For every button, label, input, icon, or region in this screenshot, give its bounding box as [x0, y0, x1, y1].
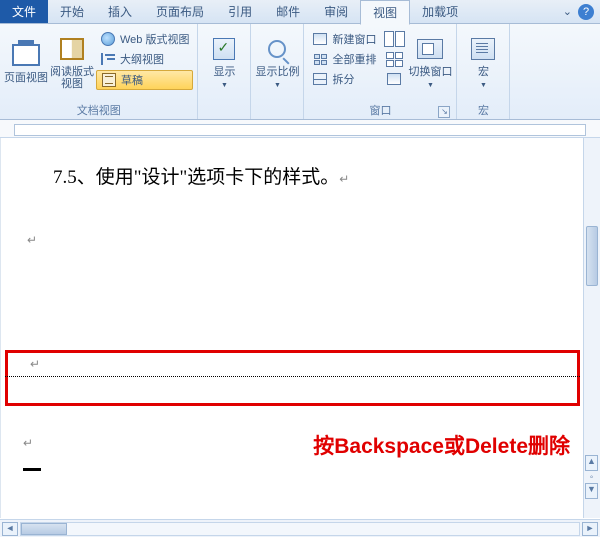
browse-object-controls: ▲ ◦ ▼ [583, 454, 600, 500]
arrange-all-button[interactable]: 全部重排 [308, 50, 380, 68]
chevron-down-icon: ▼ [274, 82, 281, 89]
dialog-launcher-icon[interactable]: ↘ [438, 106, 450, 118]
show-icon [213, 38, 235, 60]
tab-view[interactable]: 视图 [360, 0, 410, 25]
web-layout-button[interactable]: Web 版式视图 [96, 30, 193, 48]
document-area[interactable]: 7.5、使用"设计"选项卡下的样式。↵ ↵ ↵ ↵ 按Backspace或Del… [0, 138, 600, 518]
group-label: 宏 [461, 100, 505, 119]
macros-button[interactable]: 宏▼ [461, 26, 505, 98]
group-label: 窗口 ↘ [308, 100, 452, 119]
side-by-side-icon [384, 31, 405, 47]
chevron-down-icon: ▼ [221, 82, 228, 89]
sync-scroll-button[interactable] [382, 50, 406, 68]
select-browse-object-button[interactable]: ◦ [583, 472, 600, 482]
reset-window-icon [387, 73, 401, 85]
chevron-down-icon: ▼ [480, 82, 487, 89]
draft-button[interactable]: 草稿 [96, 70, 193, 90]
tab-page-layout[interactable]: 页面布局 [144, 0, 216, 23]
tab-references[interactable]: 引用 [216, 0, 264, 23]
tab-addins[interactable]: 加载项 [410, 0, 470, 23]
tab-review[interactable]: 审阅 [312, 0, 360, 23]
web-layout-icon [101, 32, 115, 46]
ribbon: 页面视图 阅读版式视图 Web 版式视图 大纲视图 草稿 [0, 24, 600, 120]
zoom-icon [268, 40, 286, 58]
paragraph-mark: ↵ [5, 233, 580, 248]
annotation-text: 按Backspace或Delete删除 [313, 430, 570, 460]
group-window: 新建窗口 全部重排 拆分 [304, 24, 457, 119]
switch-windows-icon [417, 39, 443, 59]
switch-windows-button[interactable]: 切换窗口▼ [408, 26, 452, 98]
reset-window-button[interactable] [382, 70, 406, 88]
arrange-all-icon [314, 54, 327, 65]
outline-button[interactable]: 大纲视图 [96, 50, 193, 68]
outline-icon [101, 53, 115, 65]
split-icon [313, 73, 327, 85]
zoom-button[interactable]: 显示比例▼ [255, 26, 299, 98]
next-page-button[interactable]: ▼ [585, 483, 598, 499]
scroll-left-button[interactable]: ◄ [2, 522, 18, 536]
draft-icon [102, 73, 116, 87]
print-layout-icon [12, 44, 40, 66]
annotation-frame: ↵ [5, 350, 580, 406]
macros-icon [471, 38, 495, 60]
scroll-right-button[interactable]: ► [582, 522, 598, 536]
reading-layout-button[interactable]: 阅读版式视图 [50, 26, 94, 98]
print-layout-button[interactable]: 页面视图 [4, 26, 48, 98]
scrollbar-thumb[interactable] [586, 226, 598, 286]
chevron-down-icon: ▼ [427, 82, 434, 89]
dotted-separator [5, 376, 580, 377]
paragraph-mark: ↵ [8, 357, 577, 372]
show-button[interactable]: 显示▼ [202, 26, 246, 98]
horizontal-ruler[interactable] [0, 120, 600, 138]
group-macros: 宏▼ 宏 [457, 24, 510, 119]
new-window-button[interactable]: 新建窗口 [308, 30, 380, 48]
new-window-icon [313, 33, 327, 45]
text-cursor [23, 468, 41, 471]
hscroll-track[interactable] [20, 522, 580, 536]
group-label [202, 116, 246, 119]
tab-insert[interactable]: 插入 [96, 0, 144, 23]
group-label: 文档视图 [4, 100, 193, 119]
ribbon-tab-strip: 文件 开始 插入 页面布局 引用 邮件 审阅 视图 加载项 ⌄ ? [0, 0, 600, 24]
group-show: 显示▼ [198, 24, 251, 119]
tab-mailings[interactable]: 邮件 [264, 0, 312, 23]
help-icon[interactable]: ? [578, 4, 594, 20]
sync-scroll-icon [386, 52, 403, 67]
view-side-by-side-button[interactable] [382, 30, 406, 48]
heading-text: 7.5、使用"设计"选项卡下的样式。↵ [5, 144, 580, 207]
split-button[interactable]: 拆分 [308, 70, 380, 88]
previous-page-button[interactable]: ▲ [585, 455, 598, 471]
reading-layout-icon [60, 38, 84, 60]
horizontal-scrollbar[interactable]: ◄ ► [0, 519, 600, 537]
hscroll-thumb[interactable] [21, 523, 67, 535]
group-document-views: 页面视图 阅读版式视图 Web 版式视图 大纲视图 草稿 [0, 24, 198, 119]
group-label [255, 116, 299, 119]
minimize-ribbon-icon[interactable]: ⌄ [563, 5, 572, 18]
paragraph-mark: ↵ [1, 436, 33, 451]
group-zoom: 显示比例▼ [251, 24, 304, 119]
tab-file[interactable]: 文件 [0, 0, 48, 23]
tab-home[interactable]: 开始 [48, 0, 96, 23]
